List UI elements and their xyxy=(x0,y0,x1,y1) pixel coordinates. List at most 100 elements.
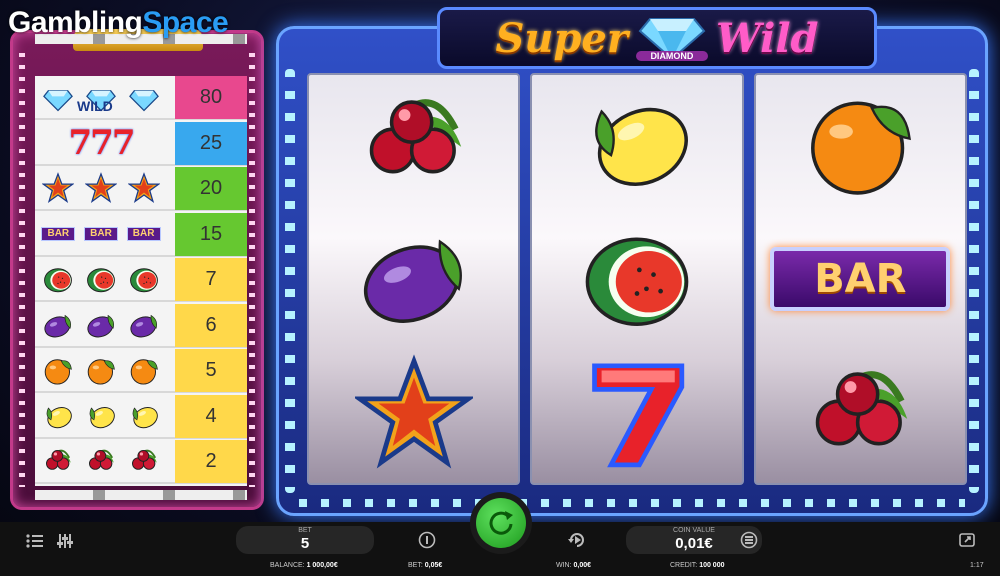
reel-symbol-orange xyxy=(756,75,965,211)
game-logo: Super DIAMOND Wild xyxy=(437,7,877,69)
cherry-icon xyxy=(40,445,76,477)
paytable-bottom-bar xyxy=(35,490,247,500)
info-icon[interactable] xyxy=(416,529,438,551)
paytable-lights-right xyxy=(249,53,255,487)
cherry-icon xyxy=(355,82,473,205)
paytable-row-plum: 6 xyxy=(35,303,247,348)
paytable-payout: 4 xyxy=(175,394,247,438)
watermelon-icon xyxy=(40,263,76,295)
plum-icon xyxy=(126,309,162,341)
paytable-symbols xyxy=(37,258,165,300)
paytable-payout: 2 xyxy=(175,440,247,483)
reel-symbol-seven xyxy=(532,347,741,483)
frame-lights-right xyxy=(969,69,979,493)
autoplay-icon[interactable] xyxy=(566,529,588,551)
spin-button[interactable] xyxy=(470,492,532,554)
star-icon xyxy=(352,353,476,477)
lemon-icon xyxy=(578,82,696,205)
settings-sliders-icon[interactable] xyxy=(54,530,76,552)
game-stage: GamblingSpace WILD 80 777 25 20 BAR BAR BAR 15 7 6… xyxy=(0,0,1000,576)
orange-icon xyxy=(83,354,119,386)
fullscreen-icon[interactable] xyxy=(956,529,978,551)
wild-diamond-icon xyxy=(40,81,76,113)
plum-icon xyxy=(40,309,76,341)
paytable-label: 777 xyxy=(68,122,136,163)
watermelon-icon xyxy=(83,263,119,295)
bet-readout: BET: 0,05€ xyxy=(408,562,442,569)
reel-3: BAR xyxy=(753,73,967,485)
lemon-icon xyxy=(126,400,162,432)
watermark-part1: Gambling xyxy=(8,6,143,39)
reel-symbol-watermelon xyxy=(532,211,741,347)
paytable-row-wild-diamond: WILD 80 xyxy=(35,76,247,120)
paytable-row-watermelon: 7 xyxy=(35,258,247,302)
diamond-icon: DIAMOND xyxy=(635,13,708,63)
paytable-label: BAR xyxy=(83,226,118,241)
frame-lights-left xyxy=(285,69,295,493)
reel-symbol-cherry xyxy=(309,75,518,211)
win-readout: WIN: 0,00€ xyxy=(556,562,591,569)
logo-super-text: Super xyxy=(495,14,628,62)
paytable-payout: 20 xyxy=(175,167,247,210)
paytable-symbols xyxy=(37,395,165,437)
lemon-icon xyxy=(40,400,76,432)
menu-icon[interactable] xyxy=(24,530,46,552)
paytable-row-star: 20 xyxy=(35,167,247,211)
paytable-row-cherry: 2 xyxy=(35,440,247,484)
plum-icon xyxy=(83,309,119,341)
paytable-symbols xyxy=(37,304,165,346)
watermark-part2: Space xyxy=(142,6,229,39)
credit-value: 100 000 xyxy=(699,562,725,569)
watermark-logo: GamblingSpace xyxy=(8,6,229,40)
plum-icon xyxy=(355,218,473,341)
bet-readout-label: BET: xyxy=(408,562,423,569)
win-value: 0,00€ xyxy=(573,562,592,569)
balance-value: 1 000,00€ xyxy=(306,562,338,569)
paytable-row-seven: 777 25 xyxy=(35,121,247,166)
orange-icon xyxy=(126,354,162,386)
reels-container: BAR xyxy=(307,73,967,485)
bet-value: 5 xyxy=(300,535,310,552)
paytable-symbols xyxy=(37,349,165,391)
paytable-payout: 80 xyxy=(175,76,247,119)
paytable-payout: 7 xyxy=(175,258,247,301)
logo-wild-text: Wild xyxy=(715,14,819,62)
bar-icon: BAR xyxy=(770,247,951,311)
paytable-row-bar: BAR BAR BAR 15 xyxy=(35,212,247,257)
bet-readout-value: 0,05€ xyxy=(424,562,443,569)
bar-icon: BAR xyxy=(83,218,119,250)
reel-symbol-star xyxy=(309,347,518,483)
reel-symbol-plum xyxy=(309,211,518,347)
paytable-symbols xyxy=(37,440,165,482)
clock: 1:17 xyxy=(970,562,984,569)
star-icon xyxy=(83,172,119,204)
bet-label: BET xyxy=(298,527,312,534)
paytable-payout: 6 xyxy=(175,303,247,347)
paytable-symbols: BAR BAR BAR xyxy=(37,213,165,255)
paytable-lights-left xyxy=(19,53,25,487)
cherry-icon xyxy=(83,445,119,477)
spin-icon xyxy=(476,498,526,548)
lemon-icon xyxy=(83,400,119,432)
reel-1 xyxy=(307,73,521,485)
paytable-symbols: WILD xyxy=(37,76,165,118)
star-icon xyxy=(126,172,162,204)
seven-icon xyxy=(578,354,696,477)
credit-label: CREDIT: xyxy=(670,562,698,569)
reel-symbol-lemon xyxy=(532,75,741,211)
win-label: WIN: xyxy=(556,562,572,569)
wild-diamond-icon xyxy=(126,81,162,113)
paytable-label: BAR xyxy=(126,226,161,241)
watermelon-icon xyxy=(126,263,162,295)
paytable-table: WILD 80 777 25 20 BAR BAR BAR 15 7 6 5 4 2 xyxy=(35,76,247,486)
orange-icon xyxy=(801,82,919,205)
balance-readout: BALANCE: 1 000,00€ xyxy=(270,562,338,569)
stack-icon[interactable] xyxy=(738,529,760,551)
paytable-payout: 25 xyxy=(175,121,247,165)
logo-diamond-badge: DIAMOND xyxy=(635,51,708,61)
frame-lights-bottom xyxy=(299,499,965,507)
bar-icon: BAR xyxy=(126,218,162,250)
reel-frame: Super DIAMOND Wild BAR xyxy=(276,7,988,516)
watermelon-icon xyxy=(578,218,696,341)
bar-icon: BAR xyxy=(40,218,76,250)
